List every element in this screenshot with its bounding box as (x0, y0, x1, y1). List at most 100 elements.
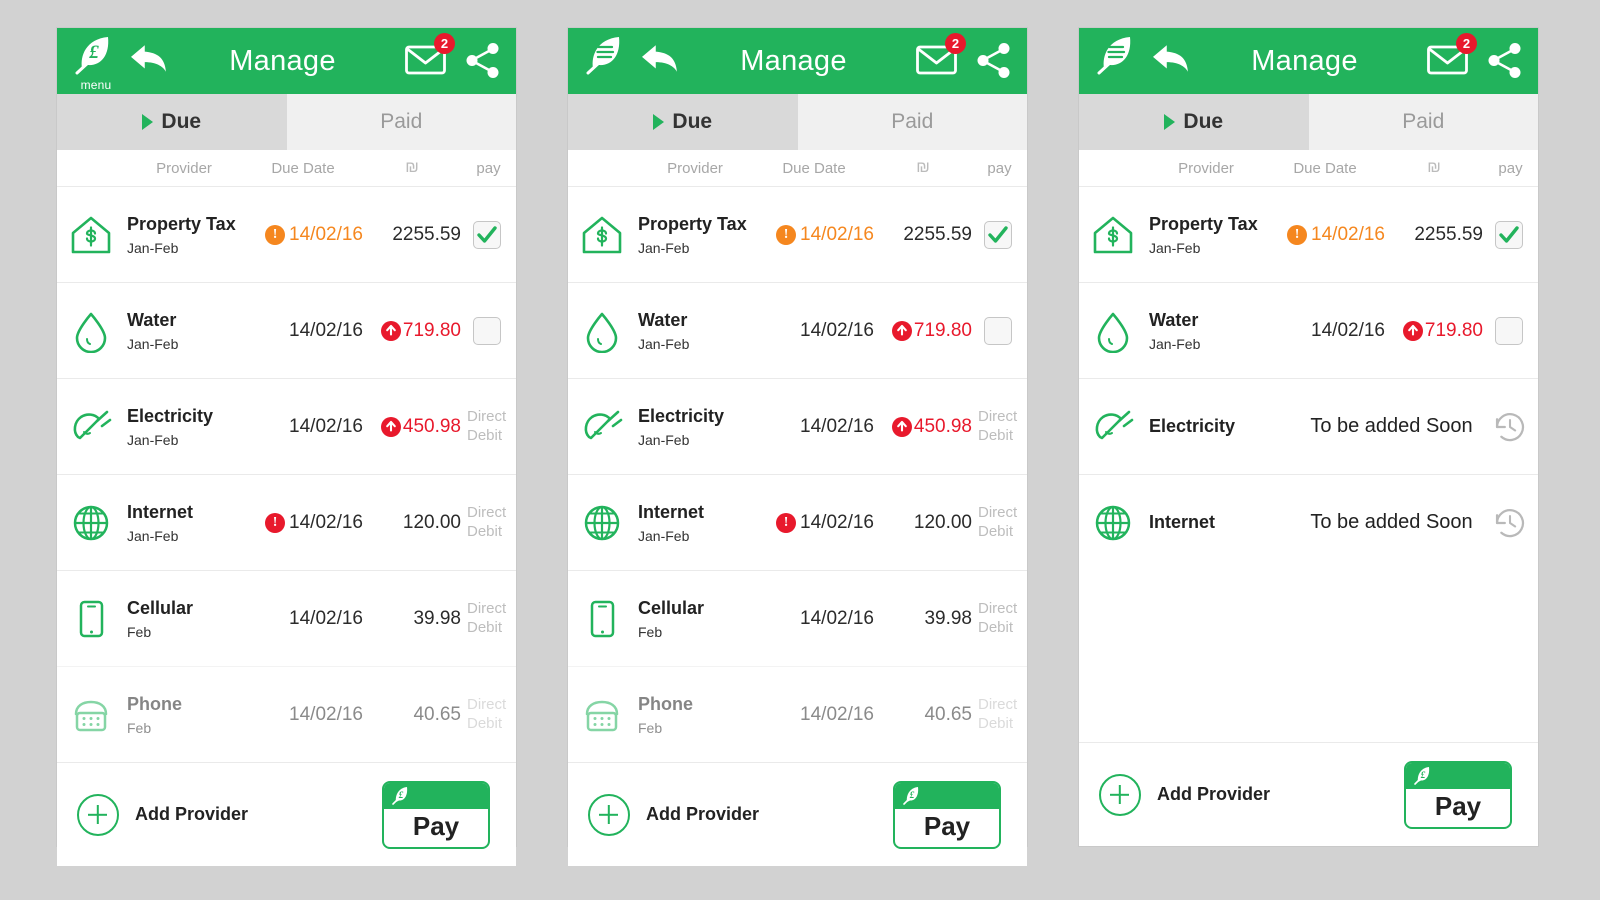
provider-name: Electricity (1149, 416, 1236, 437)
pay-cell (1483, 220, 1538, 249)
svg-text:£: £ (88, 42, 99, 63)
provider-name: Property Tax (638, 214, 747, 235)
smartphone-icon (57, 597, 125, 641)
add-provider-button[interactable]: Add Provider (588, 793, 760, 836)
history-clock-icon[interactable] (1482, 408, 1538, 446)
add-provider-button[interactable]: Add Provider (1099, 773, 1271, 816)
provider-cell: Cellular Feb (636, 597, 754, 640)
direct-debit-line1: Direct (467, 599, 507, 617)
provider-period: Feb (638, 623, 663, 640)
tab-paid-label: Paid (380, 110, 423, 133)
pay-button[interactable]: £ Pay (1404, 760, 1512, 829)
tab-paid[interactable]: Paid (286, 94, 516, 150)
leaf-lines-icon[interactable] (584, 32, 630, 90)
soon-text: To be added Soon (1310, 415, 1473, 437)
share-icon[interactable] (464, 42, 502, 80)
provider-name: Electricity (638, 406, 725, 427)
page-title: Manage (229, 44, 336, 77)
pay-checkbox[interactable] (1494, 316, 1523, 345)
provider-cell: Internet (1147, 511, 1307, 534)
provider-name: Cellular (638, 598, 705, 619)
amount-cell: 2255.59 (363, 224, 461, 246)
plus-circle-icon (1099, 773, 1141, 816)
add-provider-button[interactable]: Add Provider (77, 793, 248, 836)
due-date-cell: 14/02/16 (243, 320, 363, 342)
tab-due[interactable]: Due (568, 94, 798, 150)
pay-cell: Direct Debit (972, 408, 1027, 446)
amount-cell: 2255.59 (874, 224, 972, 246)
svg-text:£: £ (909, 790, 915, 800)
direct-debit-label: Direct Debit (972, 504, 1023, 542)
tab-due[interactable]: Due (1079, 94, 1309, 150)
pay-checkbox[interactable] (983, 316, 1012, 345)
amount-value: 450.98 (402, 415, 461, 437)
leaf-card-icon: £ (895, 782, 999, 809)
menu-label: menu (80, 78, 112, 92)
pay-button-label: Pay (1434, 791, 1482, 821)
pay-button[interactable]: £ Pay (382, 780, 490, 849)
direct-debit-line2: Debit (467, 714, 503, 732)
telephone-icon (57, 693, 125, 737)
warning-badge-icon: ! (776, 224, 797, 245)
header-actions: 2 (404, 33, 502, 80)
due-date-cell: 14/02/16 (243, 416, 363, 438)
table-row: Property Tax Jan-Feb! 14/02/16 2255.59 (1079, 186, 1538, 282)
mail-icon[interactable]: 2 (1426, 33, 1477, 79)
pay-checkbox[interactable] (472, 316, 501, 345)
table-row: Water Jan-Feb 14/02/16 719.80 (1079, 282, 1538, 378)
add-provider-label: Add Provider (1157, 784, 1271, 804)
share-icon[interactable] (1486, 42, 1524, 80)
mail-icon[interactable]: 2 (404, 33, 455, 79)
provider-name: Phone (127, 694, 183, 715)
direct-debit-line2: Debit (467, 618, 503, 636)
history-clock-icon[interactable] (1482, 504, 1538, 542)
provider-period: Feb (127, 719, 152, 736)
plus-circle-icon (77, 793, 119, 836)
app-header: £ menu Manage 2 (57, 28, 516, 94)
direct-debit-line1: Direct (467, 503, 507, 521)
pay-cell: Direct Debit (461, 504, 516, 542)
warning-badge-icon: ! (265, 512, 286, 533)
provider-name: Electricity (127, 406, 214, 427)
table-row: Phone Feb 14/02/16 40.65 Direct Debit (568, 666, 1027, 762)
amount-cell: 40.65 (874, 704, 972, 726)
col-pay: pay (1498, 159, 1523, 177)
tab-bar: Due Paid (1079, 94, 1538, 150)
pay-button[interactable]: £ Pay (893, 780, 1001, 849)
mail-icon[interactable]: 2 (915, 33, 966, 79)
provider-cell: Property Tax Jan-Feb (636, 213, 754, 256)
table-row: Cellular Feb 14/02/16 39.98 Direct Debit (57, 570, 516, 666)
leaf-lines-icon[interactable] (1095, 32, 1141, 90)
due-date-value: 14/02/16 (800, 703, 874, 725)
column-headers: Provider Due Date ₪ pay (1079, 150, 1538, 186)
tab-paid[interactable]: Paid (797, 94, 1027, 150)
app-header: Manage 2 (1079, 28, 1538, 94)
provider-name: Cellular (127, 598, 194, 619)
tab-due[interactable]: Due (57, 94, 287, 150)
pay-checkbox[interactable] (1494, 220, 1523, 249)
amount-value: 719.80 (402, 319, 461, 341)
direct-debit-line1: Direct (978, 407, 1018, 425)
header-actions: 2 (1426, 33, 1524, 80)
column-headers: Provider Due Date ₪ pay (57, 150, 516, 186)
pay-checkbox[interactable] (983, 220, 1012, 249)
amount-cell: 2255.59 (1385, 224, 1483, 246)
due-date-value: 14/02/16 (289, 319, 363, 341)
table-row: Electricity Jan-Feb 14/02/16 450.98 Direct De… (568, 378, 1027, 474)
provider-period: Jan-Feb (638, 431, 690, 448)
due-date-cell: 14/02/16 (243, 608, 363, 630)
tab-paid[interactable]: Paid (1308, 94, 1538, 150)
amount-value: 40.65 (924, 703, 972, 725)
due-date-cell: 14/02/16 (1265, 320, 1385, 342)
triangle-marker-icon (142, 114, 154, 130)
direct-debit-line2: Debit (467, 426, 503, 444)
provider-cell: Property Tax Jan-Feb (1147, 213, 1265, 256)
share-icon[interactable] (975, 42, 1013, 80)
provider-period: Jan-Feb (638, 527, 690, 544)
amount-value: 120.00 (913, 511, 972, 533)
direct-debit-line2: Debit (978, 522, 1014, 540)
pay-checkbox[interactable] (472, 220, 501, 249)
provider-name: Property Tax (1149, 214, 1258, 235)
leaf-logo-icon[interactable]: £ menu (73, 32, 119, 92)
add-provider-label: Add Provider (646, 804, 760, 824)
